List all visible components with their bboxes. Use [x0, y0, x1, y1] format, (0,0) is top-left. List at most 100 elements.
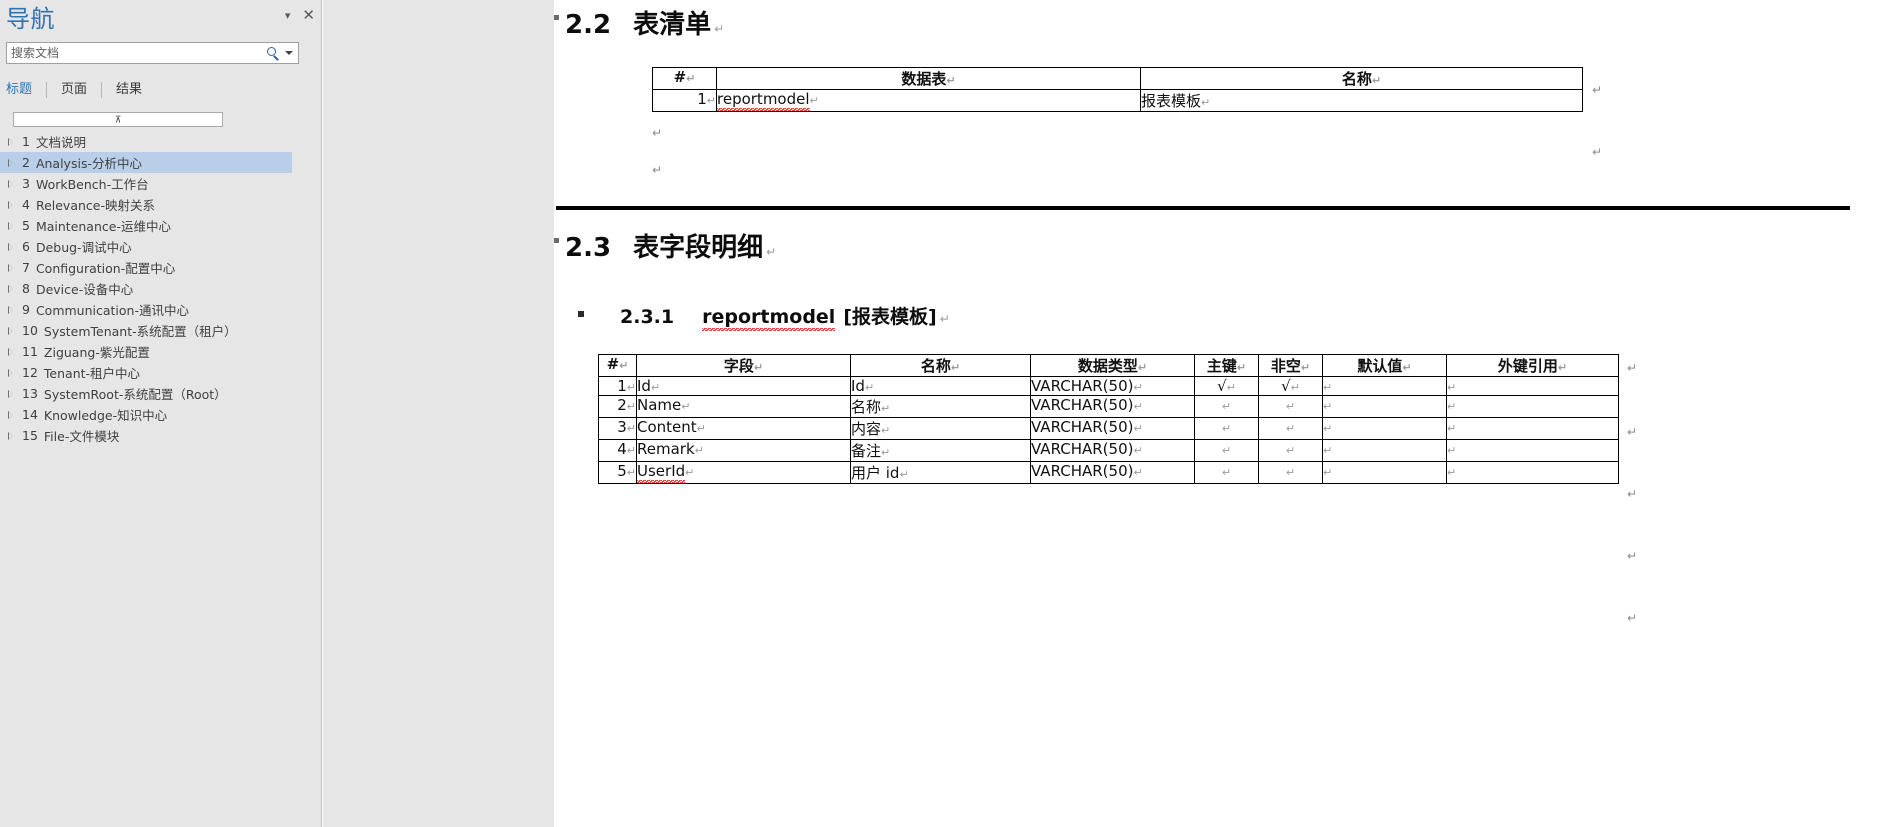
table-row[interactable]: 1↵ Id↵ Id↵ VARCHAR(50)↵ √↵ √↵ ↵ ↵	[598, 376, 1619, 396]
expand-triangle-icon[interactable]	[4, 347, 18, 356]
expand-triangle-icon[interactable]	[4, 389, 18, 398]
cell-foreignkey: ↵	[1446, 417, 1619, 440]
navigation-header-buttons: ▾ ✕	[285, 8, 315, 23]
expand-triangle-icon[interactable]	[4, 221, 18, 230]
heading-2-3-1: 2.3.1 reportmodel [报表模板] ↵	[554, 302, 1890, 331]
table-list[interactable]: #↵ 数据表↵ 名称↵ 1↵ reportmodel↵ 报表模板↵	[652, 67, 1583, 112]
pilcrow-mark: ↵	[1221, 466, 1232, 479]
pilcrow-mark: ↵	[753, 361, 764, 374]
pilcrow-mark: ↵	[864, 381, 875, 394]
sidebar-item-7[interactable]: 7 Configuration-配置中心	[0, 257, 321, 278]
pilcrow-mark: ↵	[950, 361, 961, 374]
pilcrow-mark: ↵	[1447, 422, 1457, 435]
cell-default: ↵	[1322, 417, 1447, 440]
close-icon[interactable]: ✕	[302, 8, 315, 23]
cell-foreignkey: ↵	[1446, 376, 1619, 396]
sidebar-item-12[interactable]: 12 Tenant-租户中心	[0, 362, 321, 383]
sidebar-item-8[interactable]: 8 Device-设备中心	[0, 278, 321, 299]
table-row[interactable]: 5↵ UserId↵ 用户 id↵ VARCHAR(50)↵ ↵ ↵ ↵ ↵	[598, 461, 1619, 484]
sidebar-item-4[interactable]: 4 Relevance-映射关系	[0, 194, 321, 215]
tree-item-label: Tenant-租户中心	[43, 366, 141, 381]
tree-item-number: 2	[22, 155, 30, 170]
expand-triangle-icon[interactable]	[4, 200, 18, 209]
search-input[interactable]	[7, 43, 261, 63]
pilcrow-mark: ↵	[1627, 549, 1638, 563]
collapse-all-bar[interactable]: ⊼	[13, 112, 223, 127]
expand-triangle-icon[interactable]	[4, 158, 18, 167]
expand-triangle-icon[interactable]	[4, 410, 18, 419]
tab-results[interactable]: 结果	[116, 82, 156, 98]
search-options-chevron-down-icon[interactable]	[285, 51, 293, 55]
heading-number: 2.3.1	[620, 306, 675, 328]
navigation-tabs: 标题 页面 结果	[6, 76, 321, 98]
sidebar-item-15[interactable]: 15 File-文件模块	[0, 425, 321, 446]
tree-item-label: Debug-调试中心	[35, 240, 132, 255]
cell-index: 4↵	[598, 439, 637, 462]
pilcrow-mark: ↵	[626, 466, 636, 479]
search-icon[interactable]	[261, 43, 285, 63]
cell-notnull: √↵	[1258, 376, 1323, 396]
heading-collapse-icon[interactable]	[554, 15, 559, 20]
tab-headings[interactable]: 标题	[6, 82, 48, 98]
cell-name: 备注↵	[850, 439, 1031, 462]
cell-text: VARCHAR(50)	[1031, 377, 1134, 395]
cell-text: Remark	[637, 440, 695, 458]
column-header-datatype: 数据类型↵	[1030, 354, 1195, 377]
tab-pages[interactable]: 页面	[61, 82, 103, 98]
pilcrow-mark: ↵	[1201, 96, 1211, 109]
expand-triangle-icon[interactable]	[4, 179, 18, 188]
pilcrow-mark: ↵	[1447, 466, 1457, 479]
pilcrow-mark: ↵	[1133, 400, 1143, 413]
pilcrow-mark: ↵	[706, 94, 716, 107]
tree-item-label: Knowledge-知识中心	[43, 408, 168, 423]
expand-triangle-icon[interactable]	[4, 263, 18, 272]
expand-triangle-icon[interactable]	[4, 242, 18, 251]
sidebar-item-6[interactable]: 6 Debug-调试中心	[0, 236, 321, 257]
table-row[interactable]: 2↵ Name↵ 名称↵ VARCHAR(50)↵ ↵ ↵ ↵ ↵	[598, 395, 1619, 418]
pane-menu-icon[interactable]: ▾	[285, 10, 291, 22]
expand-triangle-icon[interactable]	[4, 431, 18, 440]
sidebar-item-9[interactable]: 9 Communication-通讯中心	[0, 299, 321, 320]
search-box[interactable]	[6, 42, 299, 64]
sidebar-item-5[interactable]: 5 Maintenance-运维中心	[0, 215, 321, 236]
sidebar-item-10[interactable]: 10 SystemTenant-系统配置（租户）	[0, 320, 321, 341]
pilcrow-mark: ↵	[1137, 361, 1148, 374]
pilcrow-mark: ↵	[626, 422, 636, 435]
sidebar-item-1[interactable]: 1 文档说明	[0, 131, 321, 152]
document-page[interactable]: 2.2 表清单 ↵ #↵ 数据表↵ 名称↵ 1↵ reportmodel↵ 报表…	[554, 0, 1890, 827]
pilcrow-mark: ↵	[1627, 361, 1638, 375]
table-row[interactable]: 1↵ reportmodel↵ 报表模板↵	[652, 89, 1583, 112]
cell-text: 名称	[851, 398, 882, 416]
sidebar-item-2[interactable]: 2 Analysis-分析中心	[0, 152, 292, 173]
expand-triangle-icon[interactable]	[4, 326, 18, 335]
cell-text: VARCHAR(50)	[1031, 462, 1134, 480]
table-fields[interactable]: #↵ 字段↵ 名称↵ 数据类型↵ 主键↵ 非空↵ 默认值↵ 外键引用↵ 1↵ I…	[598, 354, 1619, 484]
cell-index: 3↵	[598, 417, 637, 440]
table-list-wrap: #↵ 数据表↵ 名称↵ 1↵ reportmodel↵ 报表模板↵ ↵ ↵	[554, 67, 1890, 159]
expand-triangle-icon[interactable]	[4, 305, 18, 314]
sidebar-item-3[interactable]: 3 WorkBench-工作台	[0, 173, 321, 194]
header-text: #	[606, 355, 620, 373]
expand-triangle-icon[interactable]	[4, 368, 18, 377]
sidebar-item-11[interactable]: 11 Ziguang-紫光配置	[0, 341, 321, 362]
table-fields-wrap: #↵ 字段↵ 名称↵ 数据类型↵ 主键↵ 非空↵ 默认值↵ 外键引用↵ 1↵ I…	[554, 354, 1890, 625]
tree-item-label: Analysis-分析中心	[35, 156, 142, 171]
cell-text: 报表模板	[1141, 92, 1202, 110]
sidebar-item-14[interactable]: 14 Knowledge-知识中心	[0, 404, 321, 425]
pilcrow-mark: ↵	[1323, 466, 1333, 479]
tree-item-label: Configuration-配置中心	[35, 261, 176, 276]
cell-primarykey: ↵	[1194, 395, 1259, 418]
cell-text: Content	[637, 418, 697, 436]
tree-item-label: SystemTenant-系统配置（租户）	[43, 324, 237, 339]
table-row[interactable]: 3↵ Content↵ 内容↵ VARCHAR(50)↵ ↵ ↵ ↵ ↵	[598, 417, 1619, 440]
expand-triangle-icon[interactable]	[4, 137, 18, 146]
sidebar-item-13[interactable]: 13 SystemRoot-系统配置（Root）	[0, 383, 321, 404]
tree-item-number: 7	[22, 260, 30, 275]
navigation-tree[interactable]: ⊼ 1 文档说明 2 Analysis-分析中心 3 WorkBench-工作台…	[0, 110, 321, 827]
expand-triangle-icon[interactable]	[4, 284, 18, 293]
document-body: 2.2 表清单 ↵ #↵ 数据表↵ 名称↵ 1↵ reportmodel↵ 报表…	[554, 4, 1890, 625]
heading-collapse-icon[interactable]	[578, 311, 584, 317]
table-row[interactable]: 4↵ Remark↵ 备注↵ VARCHAR(50)↵ ↵ ↵ ↵ ↵	[598, 439, 1619, 462]
tree-item-label: File-文件模块	[43, 429, 120, 444]
heading-collapse-icon[interactable]	[554, 238, 559, 243]
